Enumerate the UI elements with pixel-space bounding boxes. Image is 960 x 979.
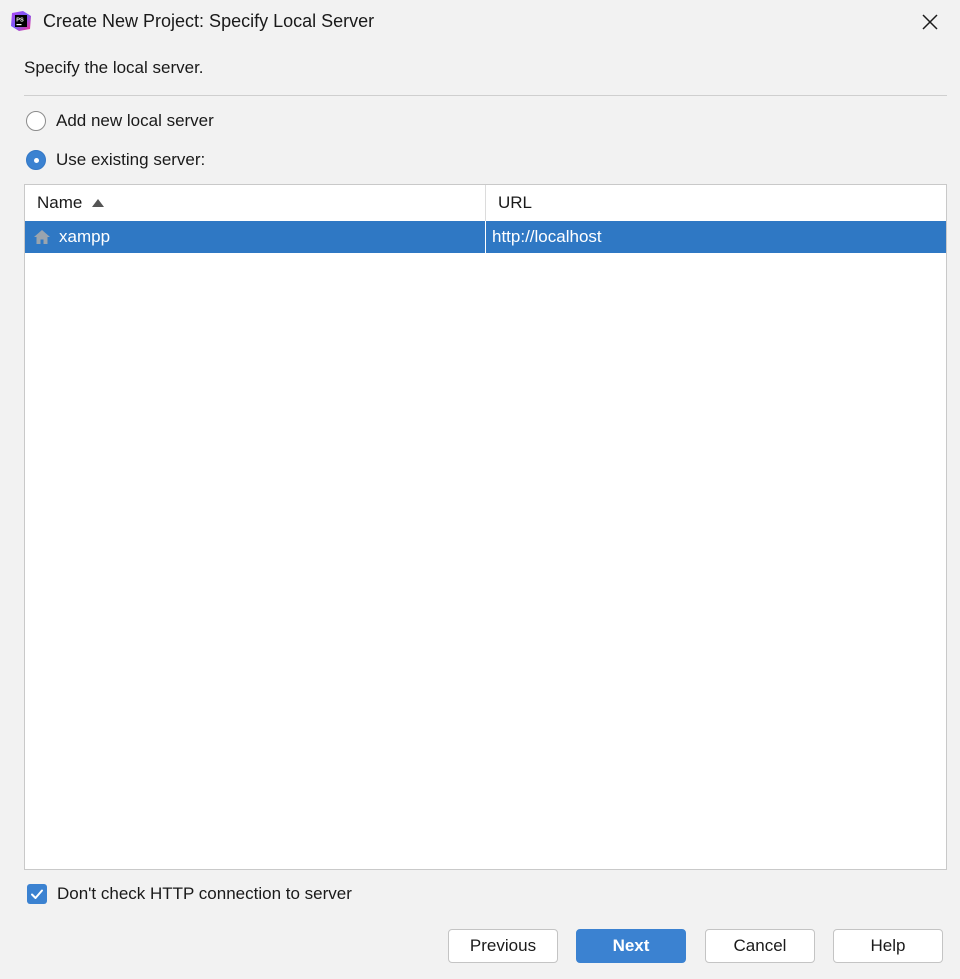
add-new-server-radio[interactable]: Add new local server [26, 111, 214, 131]
use-existing-server-radio[interactable]: Use existing server: [26, 150, 205, 170]
window-title: Create New Project: Specify Local Server [43, 11, 375, 31]
next-button[interactable]: Next [576, 929, 686, 963]
cancel-button[interactable]: Cancel [705, 929, 815, 963]
checkmark-icon [31, 889, 43, 899]
app-icon-label: PS [16, 18, 24, 24]
cell-name: xampp [25, 221, 486, 253]
previous-button[interactable]: Previous [448, 929, 558, 963]
use-existing-server-label: Use existing server: [56, 150, 206, 169]
checkbox-checked-icon[interactable] [27, 884, 47, 904]
help-button[interactable]: Help [833, 929, 943, 963]
create-project-dialog: PS Create New Project: Specify Local Ser… [0, 0, 960, 979]
home-icon [34, 230, 50, 244]
dont-check-http-label: Don't check HTTP connection to server [57, 884, 352, 903]
close-icon [922, 14, 938, 30]
column-header-url-label: URL [498, 193, 533, 212]
close-button[interactable] [916, 8, 944, 36]
server-url: http://localhost [492, 227, 602, 246]
server-name: xampp [59, 227, 111, 246]
add-new-server-label: Add new local server [56, 111, 214, 130]
separator [24, 95, 947, 96]
servers-table: Name URL xampp http://localhost [24, 184, 947, 870]
column-header-name[interactable]: Name [25, 185, 486, 221]
radio-unchecked-icon[interactable] [26, 111, 46, 131]
radio-checked-icon[interactable] [26, 150, 46, 170]
cell-url: http://localhost [486, 221, 946, 253]
title-bar: PS Create New Project: Specify Local Ser… [0, 0, 960, 44]
table-header: Name URL [25, 185, 946, 221]
sort-ascending-icon [92, 199, 105, 207]
column-header-url[interactable]: URL [486, 185, 946, 221]
dialog-description: Specify the local server. [24, 58, 204, 77]
column-header-name-label: Name [37, 193, 83, 212]
table-row[interactable]: xampp http://localhost [25, 221, 946, 253]
dont-check-http-checkbox[interactable]: Don't check HTTP connection to server [27, 884, 352, 904]
phpstorm-logo-icon: PS [11, 11, 31, 31]
